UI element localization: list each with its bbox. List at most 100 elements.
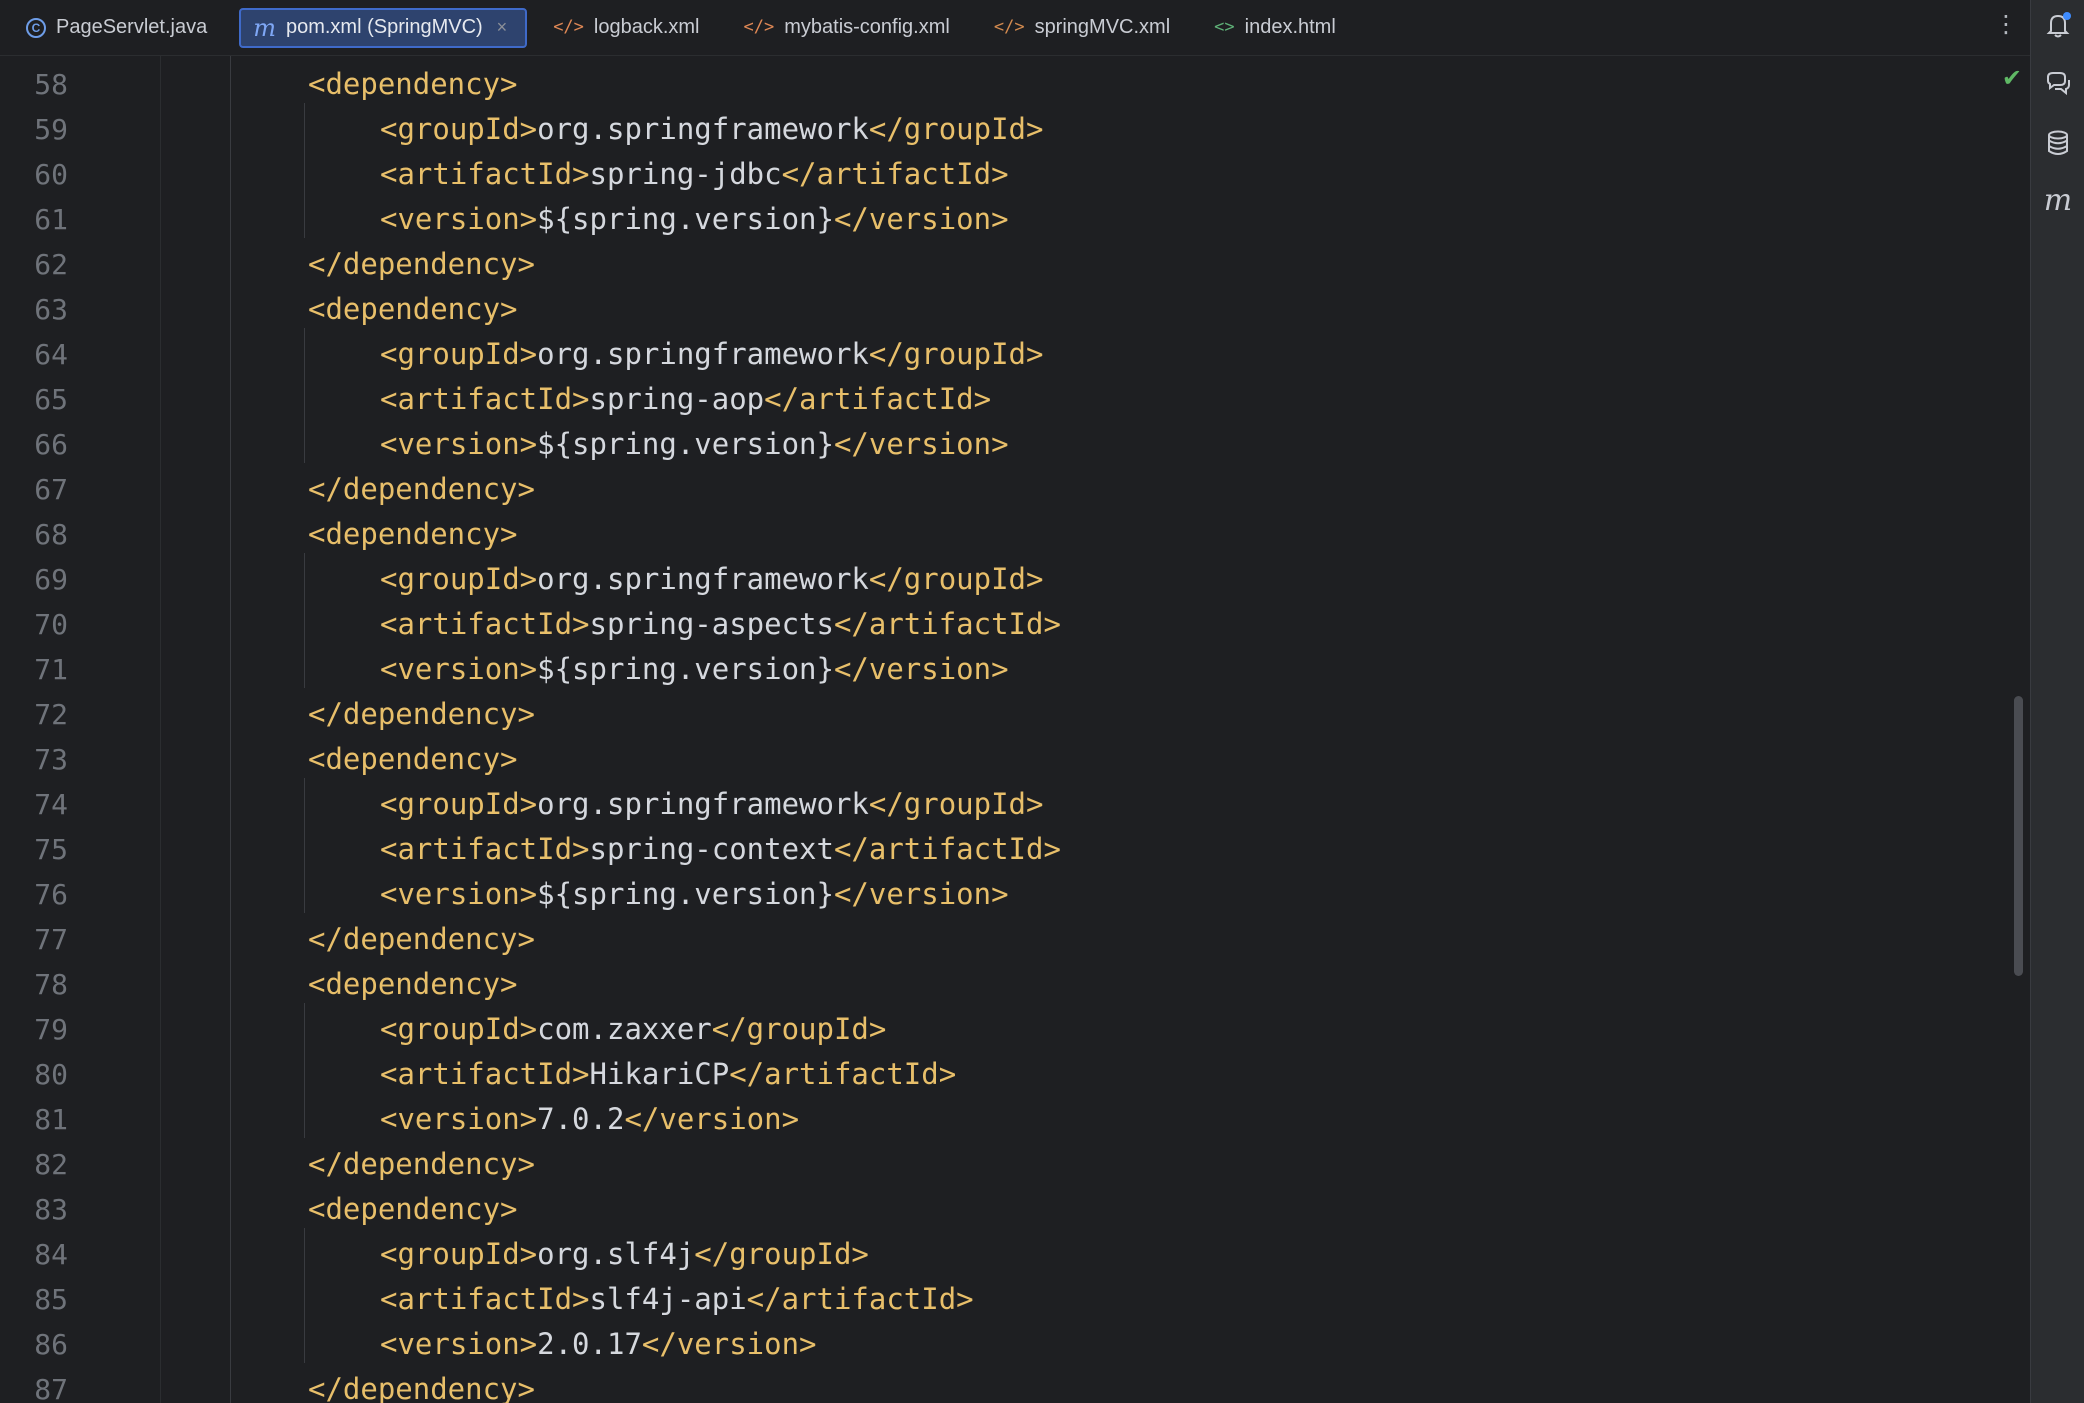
tab-logback-xml[interactable]: </> logback.xml	[541, 8, 717, 48]
line-number[interactable]: 74	[0, 782, 68, 827]
xml-close-tag: </version>	[833, 652, 1009, 686]
line-number[interactable]: 68	[0, 512, 68, 557]
line-number[interactable]: 71	[0, 647, 68, 692]
no-problems-check-icon[interactable]: ✔	[2002, 64, 2022, 92]
code-line[interactable]: <artifactId>HikariCP</artifactId>	[380, 1052, 956, 1097]
code-editor[interactable]: 58 59 60 61 62 63 64 65 66 67 68 69 70 71 72 73 74 75 76 77…	[0, 56, 2030, 1403]
xml-text-value: ${spring.version}	[537, 652, 834, 686]
code-line[interactable]: </dependency>	[308, 467, 535, 512]
code-line[interactable]: </dependency>	[308, 692, 535, 737]
line-number[interactable]: 70	[0, 602, 68, 647]
code-line[interactable]: </dependency>	[308, 242, 535, 287]
database-icon[interactable]	[2041, 126, 2075, 160]
xml-open-tag: <dependency>	[308, 967, 518, 1001]
code-line[interactable]: <artifactId>spring-aop</artifactId>	[380, 377, 991, 422]
line-number[interactable]: 63	[0, 287, 68, 332]
line-number[interactable]: 81	[0, 1097, 68, 1142]
ai-assistant-icon[interactable]	[2041, 66, 2075, 100]
line-number[interactable]: 58	[0, 62, 68, 107]
maven-tool-glyph: m	[2043, 183, 2073, 218]
line-number[interactable]: 82	[0, 1142, 68, 1187]
code-line[interactable]: <dependency>	[308, 737, 518, 782]
tab-index-html[interactable]: <> index.html	[1202, 8, 1354, 48]
line-number[interactable]: 67	[0, 467, 68, 512]
xml-open-tag: </dependency>	[308, 922, 535, 956]
editor-tab-bar: C PageServlet.java m pom.xml (SpringMVC)…	[0, 0, 2030, 56]
line-number[interactable]: 64	[0, 332, 68, 377]
code-line[interactable]: <dependency>	[308, 287, 518, 332]
indent-guide	[304, 1228, 305, 1363]
line-number[interactable]: 78	[0, 962, 68, 1007]
line-number[interactable]: 80	[0, 1052, 68, 1097]
notifications-icon[interactable]	[2041, 8, 2075, 42]
spring-xml-icon: </>	[993, 17, 1025, 37]
code-line[interactable]: <version>${spring.version}</version>	[380, 872, 1009, 917]
code-line[interactable]: <artifactId>slf4j-api</artifactId>	[380, 1277, 974, 1322]
tab-pageservlet-java[interactable]: C PageServlet.java	[14, 8, 225, 48]
code-line[interactable]: <groupId>org.slf4j</groupId>	[380, 1232, 869, 1277]
code-line[interactable]: <version>${spring.version}</version>	[380, 422, 1009, 467]
code-line[interactable]: <dependency>	[308, 962, 518, 1007]
code-line[interactable]: <groupId>com.zaxxer</groupId>	[380, 1007, 886, 1052]
close-icon[interactable]: ×	[497, 17, 508, 38]
xml-open-tag: </dependency>	[308, 1147, 535, 1181]
xml-open-tag: <dependency>	[308, 292, 518, 326]
line-number[interactable]: 83	[0, 1187, 68, 1232]
xml-text-value: spring-aspects	[589, 607, 834, 641]
code-line[interactable]: <dependency>	[308, 62, 518, 107]
xml-text-value: ${spring.version}	[537, 202, 834, 236]
xml-close-tag: </groupId>	[694, 1237, 869, 1271]
code-line[interactable]: <groupId>org.springframework</groupId>	[380, 782, 1043, 827]
code-area[interactable]: <dependency> <groupId>org.springframework…	[160, 56, 2020, 1403]
line-number[interactable]: 69	[0, 557, 68, 602]
line-number[interactable]: 77	[0, 917, 68, 962]
code-line[interactable]: <artifactId>spring-aspects</artifactId>	[380, 602, 1061, 647]
code-line[interactable]: <version>${spring.version}</version>	[380, 197, 1009, 242]
line-number[interactable]: 60	[0, 152, 68, 197]
line-number[interactable]: 76	[0, 872, 68, 917]
code-line[interactable]: <groupId>org.springframework</groupId>	[380, 107, 1043, 152]
line-number[interactable]: 79	[0, 1007, 68, 1052]
tab-label: mybatis-config.xml	[784, 16, 950, 38]
line-number[interactable]: 86	[0, 1322, 68, 1367]
line-number[interactable]: 73	[0, 737, 68, 782]
code-line[interactable]: <version>2.0.17</version>	[380, 1322, 817, 1367]
code-line[interactable]: <version>7.0.2</version>	[380, 1097, 799, 1142]
line-number[interactable]: 85	[0, 1277, 68, 1322]
line-number[interactable]: 87	[0, 1367, 68, 1403]
tab-springmvc-xml[interactable]: </> springMVC.xml	[982, 8, 1188, 48]
xml-open-tag: <groupId>	[380, 562, 538, 596]
xml-text-value: org.springframework	[537, 787, 869, 821]
code-line[interactable]: </dependency>	[308, 1142, 535, 1187]
xml-open-tag: <artifactId>	[380, 157, 590, 191]
line-number[interactable]: 84	[0, 1232, 68, 1277]
code-line[interactable]: <groupId>org.springframework</groupId>	[380, 557, 1043, 602]
xml-close-tag: </version>	[641, 1327, 817, 1361]
line-number[interactable]: 75	[0, 827, 68, 872]
line-number[interactable]: 66	[0, 422, 68, 467]
code-line[interactable]: <version>${spring.version}</version>	[380, 647, 1009, 692]
code-line[interactable]: <groupId>org.springframework</groupId>	[380, 332, 1043, 377]
line-number[interactable]: 62	[0, 242, 68, 287]
code-line[interactable]: </dependency>	[308, 917, 535, 962]
html-icon: <>	[1214, 17, 1235, 37]
ide-window: C PageServlet.java m pom.xml (SpringMVC)…	[0, 0, 2084, 1403]
code-line[interactable]: <artifactId>spring-jdbc</artifactId>	[380, 152, 1009, 197]
line-number[interactable]: 61	[0, 197, 68, 242]
line-number[interactable]: 65	[0, 377, 68, 422]
vertical-scrollbar[interactable]	[2014, 696, 2023, 976]
line-number[interactable]: 59	[0, 107, 68, 152]
xml-icon: </>	[553, 17, 584, 37]
xml-open-tag: <dependency>	[308, 517, 518, 551]
code-line[interactable]: <artifactId>spring-context</artifactId>	[380, 827, 1061, 872]
code-line[interactable]: <dependency>	[308, 512, 518, 557]
line-number[interactable]: 72	[0, 692, 68, 737]
tab-pom-xml[interactable]: m pom.xml (SpringMVC) ×	[239, 7, 528, 48]
xml-text-value: spring-aop	[589, 382, 765, 416]
tab-mybatis-config-xml[interactable]: </> mybatis-config.xml	[732, 8, 968, 48]
more-options-icon[interactable]: ⋮	[1994, 12, 2018, 36]
xml-open-tag: <version>	[380, 427, 538, 461]
maven-tool-icon[interactable]: m	[2041, 184, 2075, 218]
code-line[interactable]: <dependency>	[308, 1187, 518, 1232]
code-line[interactable]: </dependency>	[308, 1367, 535, 1403]
